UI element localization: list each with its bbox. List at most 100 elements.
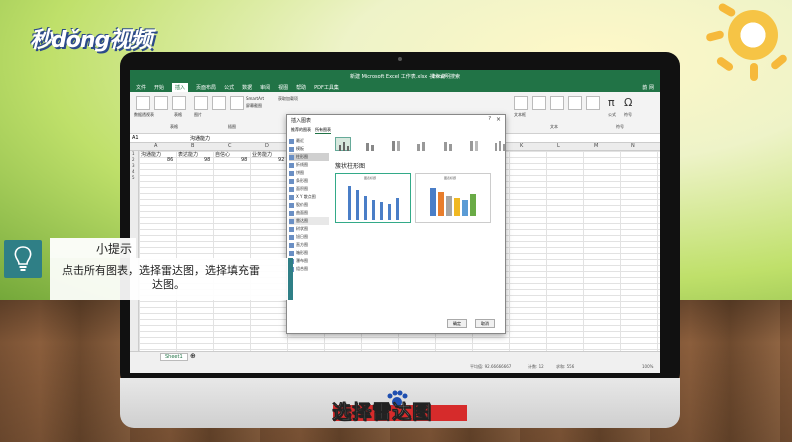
- signature-button[interactable]: [568, 96, 582, 110]
- symbol-icon[interactable]: Ω: [624, 96, 632, 109]
- group-text-label: 文本: [550, 124, 558, 129]
- chart-type-templates[interactable]: 模板: [289, 145, 329, 153]
- tab-recommended-charts[interactable]: 推荐的图表: [291, 127, 311, 134]
- chart-type-surface[interactable]: 曲面图: [289, 209, 329, 217]
- chart-type-waterfall[interactable]: 瀑布图: [289, 257, 329, 265]
- table-button[interactable]: [172, 96, 186, 110]
- title-bar: 新建 Microsoft Excel 工作表.xlsx - Excel 操作说明…: [130, 70, 660, 82]
- chart-preview-2[interactable]: 图表标题: [415, 173, 491, 223]
- ok-button[interactable]: 确定: [447, 319, 467, 328]
- column-header-k[interactable]: K: [520, 143, 523, 149]
- chart-type-radar[interactable]: 雷达图: [289, 217, 329, 225]
- chart-type-label: 曲面图: [296, 210, 308, 215]
- chart-type-list: 最近 模板 柱形图 折线图 饼图 条形图 面积图 X Y 散点图 股价图 曲面图…: [289, 137, 329, 307]
- chart-type-line[interactable]: 折线图: [289, 161, 329, 169]
- column-header-d[interactable]: D: [265, 143, 269, 149]
- column-header-c[interactable]: C: [228, 143, 232, 149]
- row-header-5[interactable]: 5: [132, 175, 135, 180]
- chart-type-scatter[interactable]: X Y 散点图: [289, 193, 329, 201]
- wordart-button[interactable]: [550, 96, 564, 110]
- symbol-label: 符号: [624, 112, 632, 117]
- chart-preview-1[interactable]: 图表标题: [335, 173, 411, 223]
- object-button[interactable]: [586, 96, 600, 110]
- tab-help[interactable]: 帮助: [296, 84, 306, 91]
- row-header-3[interactable]: 3: [132, 163, 135, 168]
- zoom-level[interactable]: 100%: [642, 364, 653, 369]
- tab-data[interactable]: 数据: [242, 84, 252, 91]
- tab-insert[interactable]: 插入: [172, 82, 189, 92]
- smartart-label[interactable]: SmartArt: [246, 96, 264, 101]
- help-icon[interactable]: ?: [488, 116, 491, 122]
- row-header-4[interactable]: 4: [132, 169, 135, 174]
- tab-review[interactable]: 审阅: [260, 84, 270, 91]
- recommended-pivot-button[interactable]: [154, 96, 168, 110]
- 3d-percent-column-icon[interactable]: [465, 137, 481, 151]
- chart-type-histogram[interactable]: 直方图: [289, 241, 329, 249]
- header-footer-button[interactable]: [532, 96, 546, 110]
- user-account[interactable]: 韵 网: [642, 84, 654, 91]
- column-header-b[interactable]: B: [191, 143, 194, 149]
- close-icon[interactable]: ×: [496, 116, 501, 123]
- cancel-button[interactable]: 取消: [475, 319, 495, 328]
- chart-type-bar[interactable]: 条形图: [289, 177, 329, 185]
- chart-type-combo[interactable]: 组合图: [289, 265, 329, 273]
- chart-type-area[interactable]: 面积图: [289, 185, 329, 193]
- cell-d2[interactable]: 92: [278, 157, 284, 163]
- tab-formulas[interactable]: 公式: [224, 84, 234, 91]
- table-label: 表格: [174, 112, 182, 117]
- formula-input[interactable]: 沟通能力: [190, 135, 210, 142]
- pivot-table-button[interactable]: [136, 96, 150, 110]
- cell-c2[interactable]: 98: [241, 157, 247, 163]
- chart-type-box[interactable]: 箱形图: [289, 249, 329, 257]
- tab-all-charts[interactable]: 所有图表: [315, 127, 331, 134]
- cell-c1[interactable]: 自信心: [215, 151, 230, 158]
- 3d-clustered-column-icon[interactable]: [413, 137, 429, 151]
- column-header-l[interactable]: L: [557, 143, 560, 149]
- tab-home[interactable]: 开始: [154, 84, 164, 91]
- tab-view[interactable]: 视图: [278, 84, 288, 91]
- equation-icon[interactable]: π: [608, 96, 615, 109]
- row-header-1[interactable]: 1: [132, 151, 135, 156]
- webcam: [398, 57, 402, 61]
- column-header-a[interactable]: A: [154, 143, 157, 149]
- name-box[interactable]: A1: [132, 135, 139, 141]
- chart-type-treemap[interactable]: 树状图: [289, 225, 329, 233]
- chart-type-pie[interactable]: 饼图: [289, 169, 329, 177]
- chart-type-stock[interactable]: 股价图: [289, 201, 329, 209]
- 3d-column-icon[interactable]: [491, 137, 507, 151]
- clustered-column-icon[interactable]: [335, 137, 351, 151]
- sheet-tab-bar: Sheet1 ⊕: [130, 351, 660, 361]
- 3d-stacked-column-icon[interactable]: [439, 137, 455, 151]
- pictures-button[interactable]: [194, 96, 208, 110]
- get-addins-label[interactable]: 获取加载项: [278, 96, 298, 102]
- online-pictures-button[interactable]: [212, 96, 226, 110]
- screenshot-label[interactable]: 屏幕截图: [246, 103, 262, 109]
- cell-d1[interactable]: 业务能力: [252, 151, 272, 158]
- insert-chart-dialog: 插入图表 ? × 推荐的图表 所有图表 最近 模板 柱形图 折线图 饼图 条形图…: [286, 114, 506, 334]
- chart-type-sunburst[interactable]: 旭日图: [289, 233, 329, 241]
- add-sheet-icon[interactable]: ⊕: [190, 352, 196, 360]
- textbox-button[interactable]: [514, 96, 528, 110]
- cell-b1[interactable]: 表达能力: [178, 151, 198, 158]
- tab-file[interactable]: 文件: [136, 84, 146, 91]
- excel-window: 新建 Microsoft Excel 工作表.xlsx - Excel 操作说明…: [130, 70, 660, 373]
- cell-a2[interactable]: 86: [167, 157, 173, 163]
- cell-a1[interactable]: 沟通能力: [141, 151, 161, 158]
- tab-pdf[interactable]: PDF工具集: [314, 84, 339, 91]
- sun-decoration: [728, 10, 778, 60]
- column-header-n[interactable]: N: [631, 143, 635, 149]
- cell-b2[interactable]: 98: [204, 157, 210, 163]
- chart-type-label: 折线图: [296, 162, 308, 167]
- column-header-m[interactable]: M: [594, 143, 598, 149]
- pie-chart-icon: [289, 170, 294, 176]
- row-header-2[interactable]: 2: [132, 157, 135, 162]
- chart-type-column[interactable]: 柱形图: [289, 153, 329, 161]
- tell-me-box[interactable]: 操作说明搜索: [430, 73, 460, 80]
- tab-page-layout[interactable]: 页面布局: [196, 84, 216, 91]
- shapes-button[interactable]: [230, 96, 244, 110]
- stacked-column-icon[interactable]: [361, 137, 377, 151]
- sheet-tab-sheet1[interactable]: Sheet1: [160, 353, 188, 361]
- percent-stacked-column-icon[interactable]: [387, 137, 403, 151]
- chart-type-recent[interactable]: 最近: [289, 137, 329, 145]
- line-chart-icon: [289, 162, 294, 168]
